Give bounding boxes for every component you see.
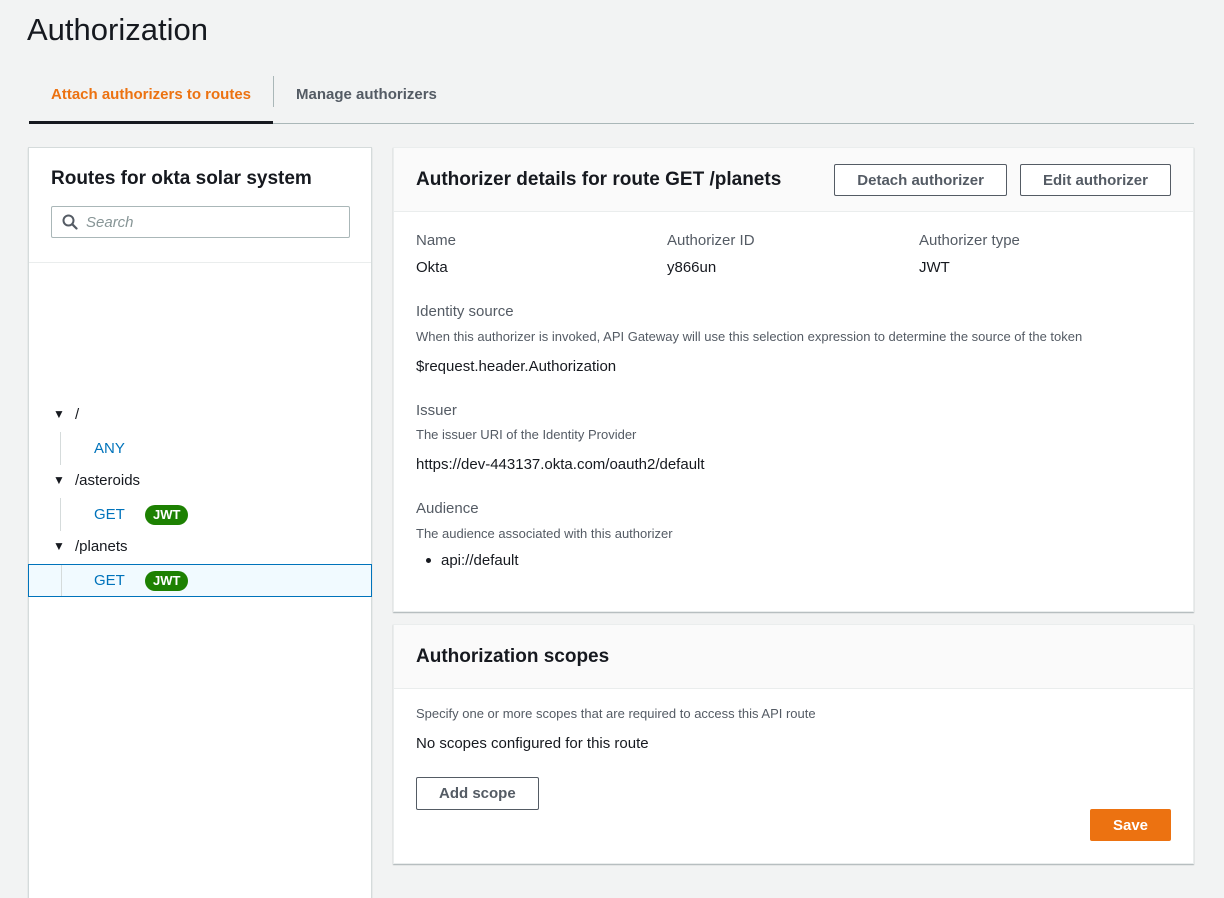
add-scope-button[interactable]: Add scope — [416, 777, 539, 810]
tab-manage-authorizers[interactable]: Manage authorizers — [274, 66, 459, 123]
authorization-scopes-title: Authorization scopes — [416, 645, 610, 667]
search-icon — [62, 214, 78, 230]
save-button[interactable]: Save — [1090, 809, 1171, 841]
name-label: Name — [416, 232, 457, 249]
route-path: / — [75, 405, 80, 423]
page-title: Authorization — [27, 12, 208, 47]
tab-bar: Attach authorizers to routes Manage auth… — [29, 66, 1194, 124]
authorizer-type-value: JWT — [919, 259, 950, 276]
route-method-row-selected[interactable]: GET JWT — [28, 564, 372, 597]
authorizer-details-header: Authorizer details for route GET /planet… — [394, 148, 1193, 212]
scopes-description: Specify one or more scopes that are requ… — [416, 706, 816, 721]
name-value: Okta — [416, 259, 448, 276]
identity-source-description: When this authorizer is invoked, API Gat… — [416, 329, 1083, 344]
audience-description: The audience associated with this author… — [416, 526, 673, 541]
routes-panel: Routes for okta solar system ▼ / ANY ▼ /… — [28, 147, 372, 898]
identity-source-value: $request.header.Authorization — [416, 358, 617, 375]
tree-guide-line — [60, 498, 61, 531]
authorization-scopes-body: Specify one or more scopes that are requ… — [394, 689, 1193, 863]
jwt-badge: JWT — [145, 504, 189, 525]
authorization-scopes-header: Authorization scopes — [394, 625, 1193, 689]
authorizer-id-label: Authorizer ID — [667, 232, 755, 249]
issuer-value: https://dev-443137.okta.com/oauth2/defau… — [416, 456, 705, 473]
authorizer-details-title: Authorizer details for route GET /planet… — [416, 168, 782, 190]
issuer-description: The issuer URI of the Identity Provider — [416, 427, 637, 442]
authorizer-type-label: Authorizer type — [919, 232, 1020, 249]
audience-label: Audience — [416, 500, 479, 517]
issuer-label: Issuer — [416, 402, 457, 419]
caret-down-icon[interactable]: ▼ — [53, 407, 65, 421]
tree-node-asteroids[interactable]: ▼ /asteroids — [53, 469, 140, 491]
authorizer-details-card: Authorizer details for route GET /planet… — [393, 147, 1194, 612]
route-path: /asteroids — [75, 471, 141, 489]
audience-item: api://default — [416, 552, 519, 569]
caret-down-icon[interactable]: ▼ — [53, 539, 65, 553]
route-method-row[interactable]: GET JWT — [29, 498, 371, 531]
tree-guide-line — [61, 565, 62, 596]
tree-node-root[interactable]: ▼ / — [53, 403, 79, 425]
authorization-scopes-card: Authorization scopes Specify one or more… — [393, 624, 1194, 864]
tree-guide-line — [60, 432, 61, 465]
identity-source-label: Identity source — [416, 303, 514, 320]
audience-list: api://default — [416, 552, 519, 569]
route-path: /planets — [75, 537, 128, 555]
tab-attach-authorizers[interactable]: Attach authorizers to routes — [29, 66, 274, 124]
route-method-link[interactable]: GET — [94, 506, 125, 523]
route-method-row[interactable]: ANY — [29, 432, 371, 465]
routes-header: Routes for okta solar system — [29, 148, 371, 263]
detach-authorizer-button[interactable]: Detach authorizer — [834, 164, 1007, 196]
route-method-link[interactable]: GET — [94, 572, 125, 589]
authorizer-details-body: Name Okta Authorizer ID y866un Authorize… — [394, 212, 1193, 612]
header-actions: Detach authorizer Edit authorizer — [834, 164, 1171, 196]
caret-down-icon[interactable]: ▼ — [53, 473, 65, 487]
edit-authorizer-button[interactable]: Edit authorizer — [1019, 164, 1171, 196]
routes-title: Routes for okta solar system — [51, 168, 312, 189]
search-box[interactable] — [51, 206, 350, 238]
route-method-link[interactable]: ANY — [94, 440, 125, 457]
authorizer-id-value: y866un — [667, 259, 717, 276]
search-input[interactable] — [86, 213, 336, 231]
jwt-badge: JWT — [145, 570, 189, 591]
tree-node-planets[interactable]: ▼ /planets — [53, 535, 128, 557]
no-scopes-text: No scopes configured for this route — [416, 735, 649, 752]
